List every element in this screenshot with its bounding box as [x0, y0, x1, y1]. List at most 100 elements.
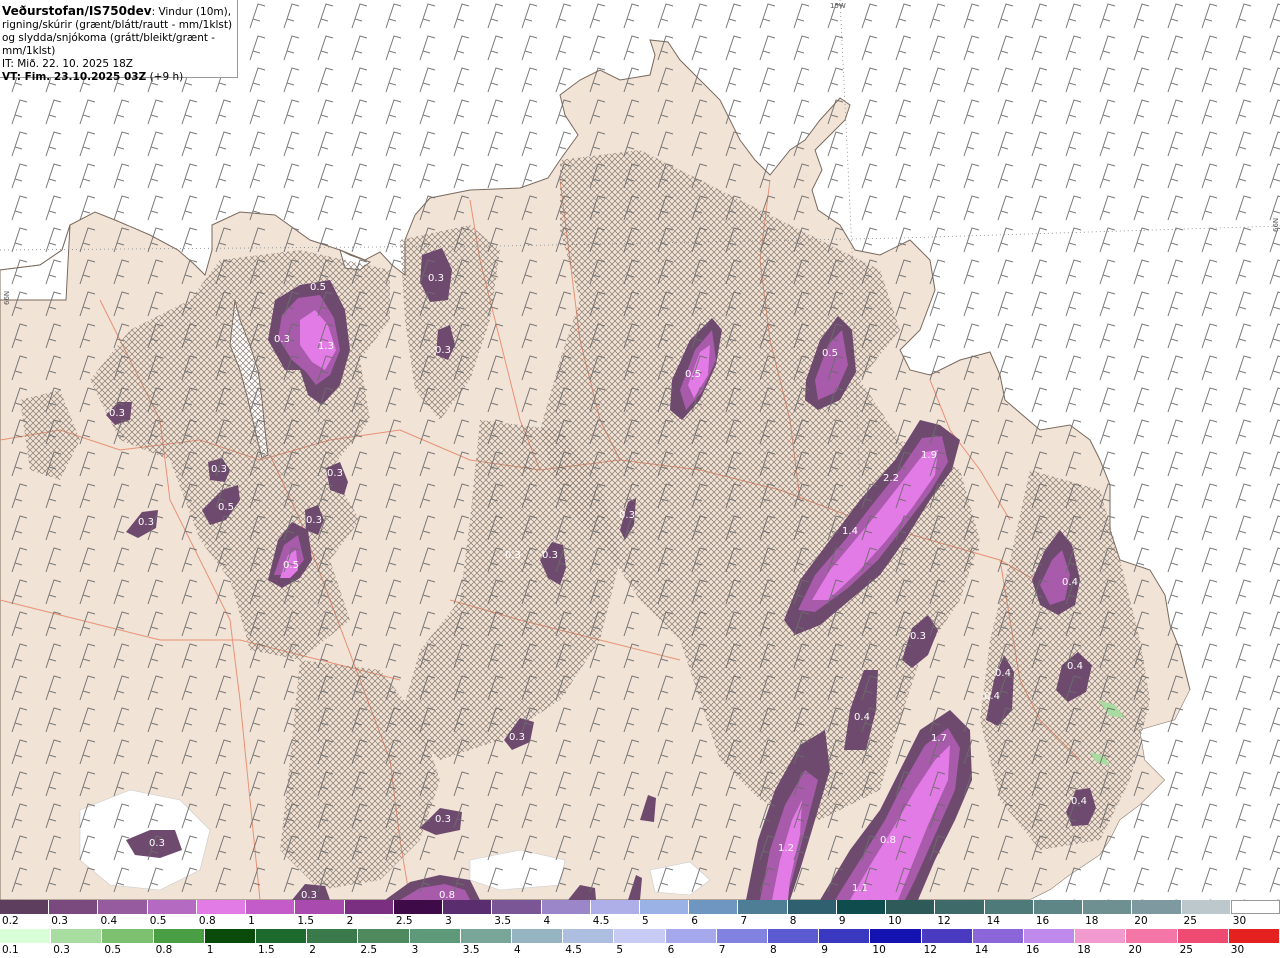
legend-swatch — [1132, 900, 1182, 914]
legend-label: 0.8 — [198, 915, 216, 927]
legend-label: 6 — [667, 944, 675, 956]
legend-label: 2.5 — [395, 915, 413, 927]
precip-label: 1.2 — [778, 843, 794, 854]
legend-label: 30 — [1230, 944, 1245, 956]
legend-label: 25 — [1179, 944, 1193, 956]
legend-swatch — [0, 900, 50, 914]
legend-swatch — [886, 900, 936, 914]
precip-label: 0.3 — [109, 408, 125, 419]
legend-rain-swatches — [0, 929, 1280, 943]
legend-label: 0.5 — [104, 944, 122, 956]
precip-label: 1.3 — [318, 341, 334, 352]
legend-label: 5 — [642, 915, 649, 927]
legend-swatch — [787, 900, 837, 914]
precip-label: 1.7 — [931, 733, 947, 744]
legend-label: 2.5 — [360, 944, 378, 956]
precip-label: 0.5 — [283, 560, 299, 571]
precip-label: 0.3 — [301, 890, 317, 900]
legend-label: 14 — [986, 915, 1000, 927]
legend-label: 16 — [1035, 915, 1050, 927]
wind-barbs — [0, 0, 1280, 900]
legend-label: 12 — [923, 944, 937, 956]
color-legend: 0.2 0.3 0.4 0.5 0.8 1 1.5 2 2.5 3 3.5 4 4.5 5 6 7 8 9 10 12… — [0, 900, 1280, 958]
legend-label: 4.5 — [592, 915, 610, 927]
legend-label: 1 — [206, 944, 214, 956]
legend-swatch — [1228, 929, 1280, 943]
valid-time-offset: (+9 h) — [146, 71, 184, 83]
legend-label: 2 — [309, 944, 316, 956]
legend-label: 5 — [616, 944, 624, 956]
legend-swatch — [443, 900, 493, 914]
precip-label: 0.4 — [1062, 577, 1078, 588]
legend-label: 1 — [248, 915, 255, 927]
legend-swatch — [295, 900, 345, 914]
precip-label: 0.3 — [435, 814, 451, 825]
legend-swatch — [256, 929, 308, 943]
legend-swatch — [49, 900, 99, 914]
legend-swatch — [1024, 929, 1076, 943]
legend-swatch — [460, 929, 512, 943]
legend-swatch — [1177, 929, 1229, 943]
precip-label: 1.1 — [852, 883, 868, 894]
map-info-box: Veðurstofan/IS750dev: Vindur (10m), rign… — [0, 0, 238, 83]
lat-label-right: 66N — [1272, 218, 1280, 232]
legend-swatch — [196, 900, 247, 914]
legend-label: 4.5 — [565, 944, 582, 956]
precip-label: 0.3 — [435, 345, 451, 356]
legend-swatch — [972, 929, 1024, 943]
legend-swatch — [98, 900, 148, 914]
legend-label: 4 — [543, 915, 551, 927]
precip-label: 0.3 — [149, 838, 165, 849]
legend-label: 3.5 — [462, 944, 480, 956]
precip-label: 0.3 — [327, 468, 343, 479]
legend-label: 30 — [1232, 915, 1247, 927]
legend-label: 0.8 — [155, 944, 173, 956]
legend-swatch — [689, 900, 739, 914]
legend-swatch — [102, 929, 154, 943]
precip-label: 0.3 — [211, 464, 227, 475]
legend-label: 10 — [888, 915, 902, 927]
legend-swatch — [246, 900, 296, 914]
legend-swatch — [393, 900, 444, 914]
legend-label: 8 — [770, 944, 777, 956]
precip-label: 0.8 — [880, 835, 896, 846]
legend-swatch — [1083, 900, 1133, 914]
legend-label: 0.3 — [51, 915, 68, 927]
legend-swatch — [1181, 900, 1231, 914]
legend-label: 9 — [838, 915, 846, 927]
legend-swatch — [870, 929, 922, 943]
weather-map[interactable]: 0.3 0.5 0.3 1.3 0.3 0.5 0.5 0.3 1.9 0.3 0.3 2.2 0.5 0… — [0, 0, 1280, 900]
legend-swatch — [1230, 900, 1280, 914]
legend-label: 3 — [411, 944, 419, 956]
legend-label: 2 — [346, 915, 354, 927]
legend-swatch — [1033, 900, 1084, 914]
legend-label: 14 — [974, 944, 989, 956]
legend-swatch — [935, 900, 985, 914]
legend-swatch — [614, 929, 666, 943]
legend-label: 0.5 — [149, 915, 167, 927]
precip-label: 0.3 — [542, 550, 558, 561]
precip-label: 0.8 — [439, 890, 455, 900]
precip-label: 0.3 — [619, 510, 635, 521]
legend-label: 3.5 — [494, 915, 511, 927]
precip-label: 0.3 — [505, 550, 521, 561]
precip-label: 0.3 — [274, 334, 290, 345]
precip-label: 0.4 — [1071, 796, 1087, 807]
legend-label: 0.4 — [100, 915, 118, 927]
legend-swatch — [836, 900, 887, 914]
precip-label: 0.3 — [509, 732, 525, 743]
valid-time: VT: Fim. 23.10.2025 03Z — [2, 71, 147, 83]
lon-label-15w: 15W — [830, 2, 846, 10]
lat-label-left: 66N — [3, 291, 11, 305]
legend-swatch — [0, 929, 52, 943]
precip-label: 0.4 — [854, 712, 870, 723]
legend-label: 3 — [445, 915, 452, 927]
legend-label: 0.3 — [53, 944, 70, 956]
legend-label: 10 — [872, 944, 886, 956]
legend-sleet-swatches — [0, 900, 1280, 914]
legend-swatch — [153, 929, 205, 943]
legend-swatch — [1075, 929, 1127, 943]
legend-swatch — [768, 929, 820, 943]
legend-swatch — [307, 929, 359, 943]
legend-label: 12 — [937, 915, 951, 927]
